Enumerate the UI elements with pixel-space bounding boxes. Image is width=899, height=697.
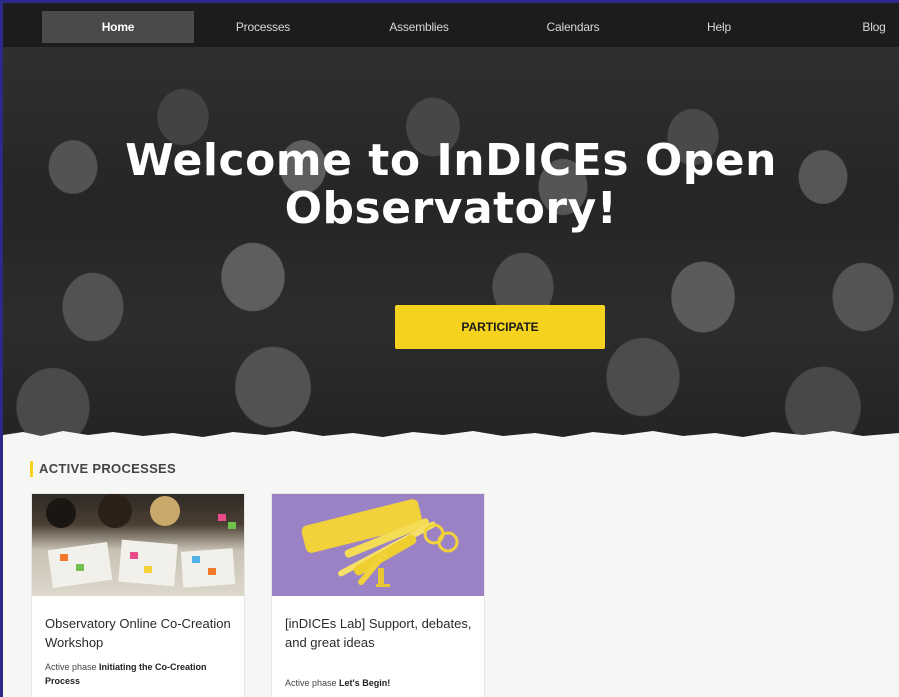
- active-processes-heading: ACTIVE PROCESSES: [30, 461, 176, 477]
- process-card-phase: Active phase Let's Begin!: [285, 676, 475, 690]
- process-card-workshop[interactable]: Observatory Online Co-Creation Workshop …: [31, 493, 245, 697]
- nav-item-help[interactable]: Help: [679, 11, 759, 43]
- process-card-phase: Active phase Initiating the Co-Creation …: [45, 660, 235, 688]
- workshop-photo: [32, 494, 244, 596]
- nav-item-calendars[interactable]: Calendars: [513, 11, 633, 43]
- hero-title-line-1: Welcome to InDICEs Open: [125, 135, 777, 186]
- hero-title: Welcome to InDICEs Open Observatory!: [3, 137, 899, 233]
- pencil-case-photo: [272, 494, 484, 596]
- sticky-note: [60, 554, 68, 561]
- phase-prefix: Active phase: [45, 662, 97, 672]
- sticky-note: [208, 568, 216, 575]
- phase-prefix: Active phase: [285, 678, 337, 688]
- sticky-note: [144, 566, 152, 573]
- nav-item-processes[interactable]: Processes: [203, 11, 323, 43]
- browser-frame: Home Processes Assemblies Calendars Help…: [0, 0, 899, 697]
- top-navigation: Home Processes Assemblies Calendars Help…: [3, 3, 899, 47]
- process-card-title[interactable]: [inDICEs Lab] Support, debates, and grea…: [285, 614, 475, 652]
- photo-person: [150, 496, 180, 526]
- nav-item-assemblies[interactable]: Assemblies: [359, 11, 479, 43]
- photo-paper: [118, 539, 178, 587]
- process-card-image: [272, 494, 484, 596]
- phase-name: Let's Begin!: [339, 678, 391, 688]
- torn-edge-divider: [3, 431, 899, 439]
- nav-item-blog[interactable]: Blog: [849, 11, 899, 43]
- photo-person: [98, 494, 132, 528]
- pencil-case-illustration: [301, 499, 459, 587]
- photo-person: [46, 498, 76, 528]
- process-card-lab[interactable]: [inDICEs Lab] Support, debates, and grea…: [271, 493, 485, 697]
- sticky-note: [76, 564, 84, 571]
- process-card-image: [32, 494, 244, 596]
- process-card-title[interactable]: Observatory Online Co-Creation Workshop: [45, 614, 235, 652]
- nav-item-home[interactable]: Home: [42, 11, 194, 43]
- sticky-note: [218, 514, 226, 521]
- hero-title-line-2: Observatory!: [284, 183, 618, 234]
- participate-button[interactable]: PARTICIPATE: [395, 305, 605, 349]
- hero-banner: Welcome to InDICEs Open Observatory! PAR…: [3, 47, 899, 439]
- sticky-note: [130, 552, 138, 559]
- sticky-note: [192, 556, 200, 563]
- sticky-note: [228, 522, 236, 529]
